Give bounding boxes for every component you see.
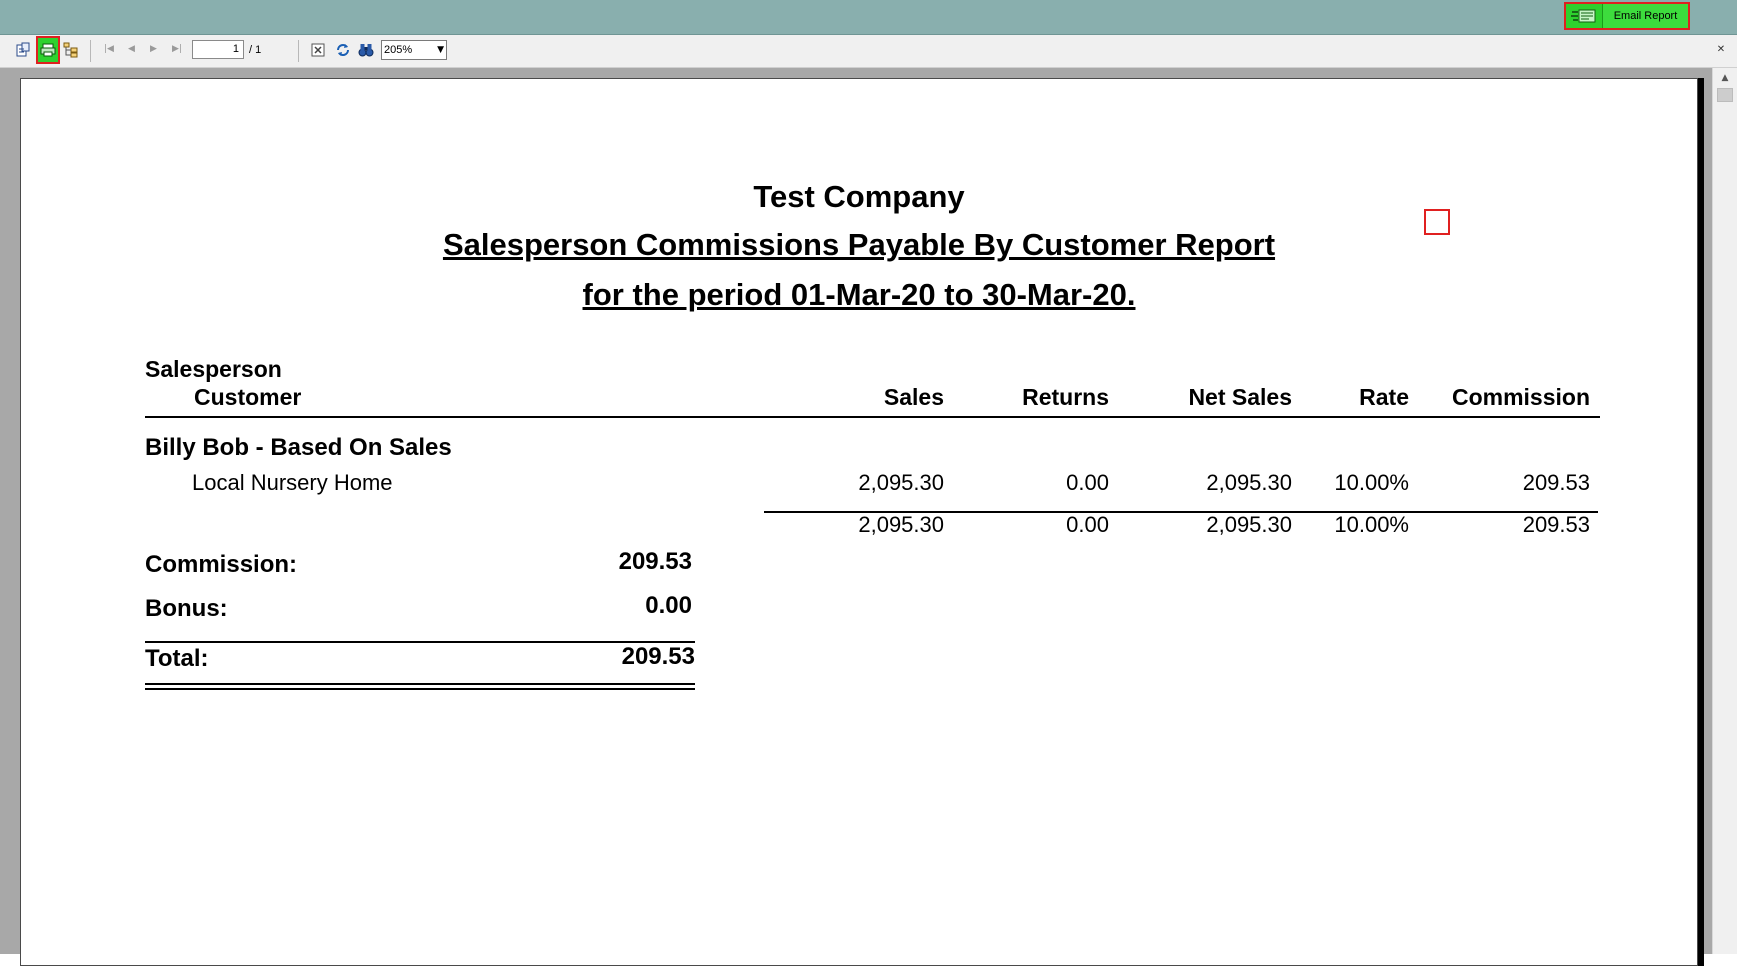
next-page-icon[interactable]: ▶ bbox=[150, 44, 157, 54]
page-number-input[interactable]: 1 bbox=[192, 40, 244, 59]
zoom-value: 205% bbox=[384, 44, 413, 56]
subtotal-returns: 0.00 bbox=[1066, 512, 1109, 537]
header-sales: Sales bbox=[883, 384, 944, 410]
refresh-icon[interactable] bbox=[334, 41, 352, 59]
chevron-down-icon: ▼ bbox=[437, 45, 444, 55]
report-period: for the period 01-Mar-20 to 30-Mar-20. bbox=[582, 277, 1136, 312]
row-sales: 2,095.30 bbox=[858, 470, 944, 495]
print-icon[interactable] bbox=[36, 36, 60, 64]
header-rate: Rate bbox=[1359, 384, 1409, 410]
row-customer: Local Nursery Home bbox=[192, 470, 393, 495]
total-value: 209.53 bbox=[621, 643, 695, 670]
row-net-sales: 2,095.30 bbox=[1206, 470, 1292, 495]
report-toolbar: |◀ ◀ ▶ ▶| 1 / 1 205% ▼ ✕ bbox=[0, 35, 1737, 68]
total-double-rule-bottom bbox=[145, 688, 695, 690]
commission-value: 209.53 bbox=[618, 548, 692, 575]
subtotal-net-sales: 2,095.30 bbox=[1206, 512, 1292, 537]
search-binoculars-icon[interactable] bbox=[357, 41, 375, 59]
header-commission: Commission bbox=[1451, 384, 1590, 410]
header-salesperson: Salesperson bbox=[145, 356, 282, 382]
annotation-marker bbox=[1424, 209, 1450, 235]
stop-icon[interactable] bbox=[309, 41, 327, 59]
header-customer: Customer bbox=[194, 384, 302, 410]
salesperson-group-name: Billy Bob - Based On Sales bbox=[145, 434, 452, 461]
scrollbar-thumb[interactable] bbox=[1717, 88, 1733, 102]
commission-label: Commission: bbox=[145, 551, 298, 578]
header-net-sales: Net Sales bbox=[1188, 384, 1292, 410]
email-report-group[interactable]: Email Report bbox=[1564, 2, 1690, 30]
group-tree-icon[interactable] bbox=[62, 41, 80, 59]
bonus-label: Bonus: bbox=[145, 595, 228, 622]
toolbar-separator bbox=[90, 40, 91, 62]
header-rule bbox=[145, 416, 1600, 418]
last-page-icon[interactable]: ▶| bbox=[172, 44, 182, 54]
toolbar-separator bbox=[298, 40, 299, 62]
close-icon[interactable]: ✕ bbox=[1715, 44, 1727, 56]
report-viewer: Test Company Salesperson Commissions Pay… bbox=[0, 68, 1712, 966]
row-commission: 209.53 bbox=[1522, 470, 1590, 495]
previous-page-icon[interactable]: ◀ bbox=[128, 44, 135, 54]
email-report-button[interactable]: Email Report bbox=[1603, 4, 1688, 28]
bonus-value: 0.00 bbox=[645, 592, 692, 619]
vertical-scrollbar[interactable]: ▲ bbox=[1712, 68, 1737, 954]
total-double-rule-top bbox=[145, 683, 695, 685]
subtotal-sales: 2,095.30 bbox=[858, 512, 944, 537]
first-page-icon[interactable]: |◀ bbox=[104, 44, 114, 54]
subtotal-commission: 209.53 bbox=[1522, 512, 1590, 537]
total-label: Total: bbox=[145, 645, 209, 672]
scroll-up-icon[interactable]: ▲ bbox=[1717, 70, 1733, 86]
top-bar: Email Report bbox=[0, 0, 1737, 35]
report-page: Test Company Salesperson Commissions Pay… bbox=[20, 78, 1698, 966]
row-returns: 0.00 bbox=[1066, 470, 1109, 495]
subtotal-rate: 10.00% bbox=[1334, 512, 1409, 537]
email-icon[interactable] bbox=[1566, 4, 1603, 28]
page-total-label: / 1 bbox=[249, 44, 262, 56]
export-icon[interactable] bbox=[14, 41, 32, 59]
row-rate: 10.00% bbox=[1334, 470, 1409, 495]
zoom-select[interactable]: 205% ▼ bbox=[381, 40, 447, 60]
header-returns: Returns bbox=[1022, 384, 1109, 410]
